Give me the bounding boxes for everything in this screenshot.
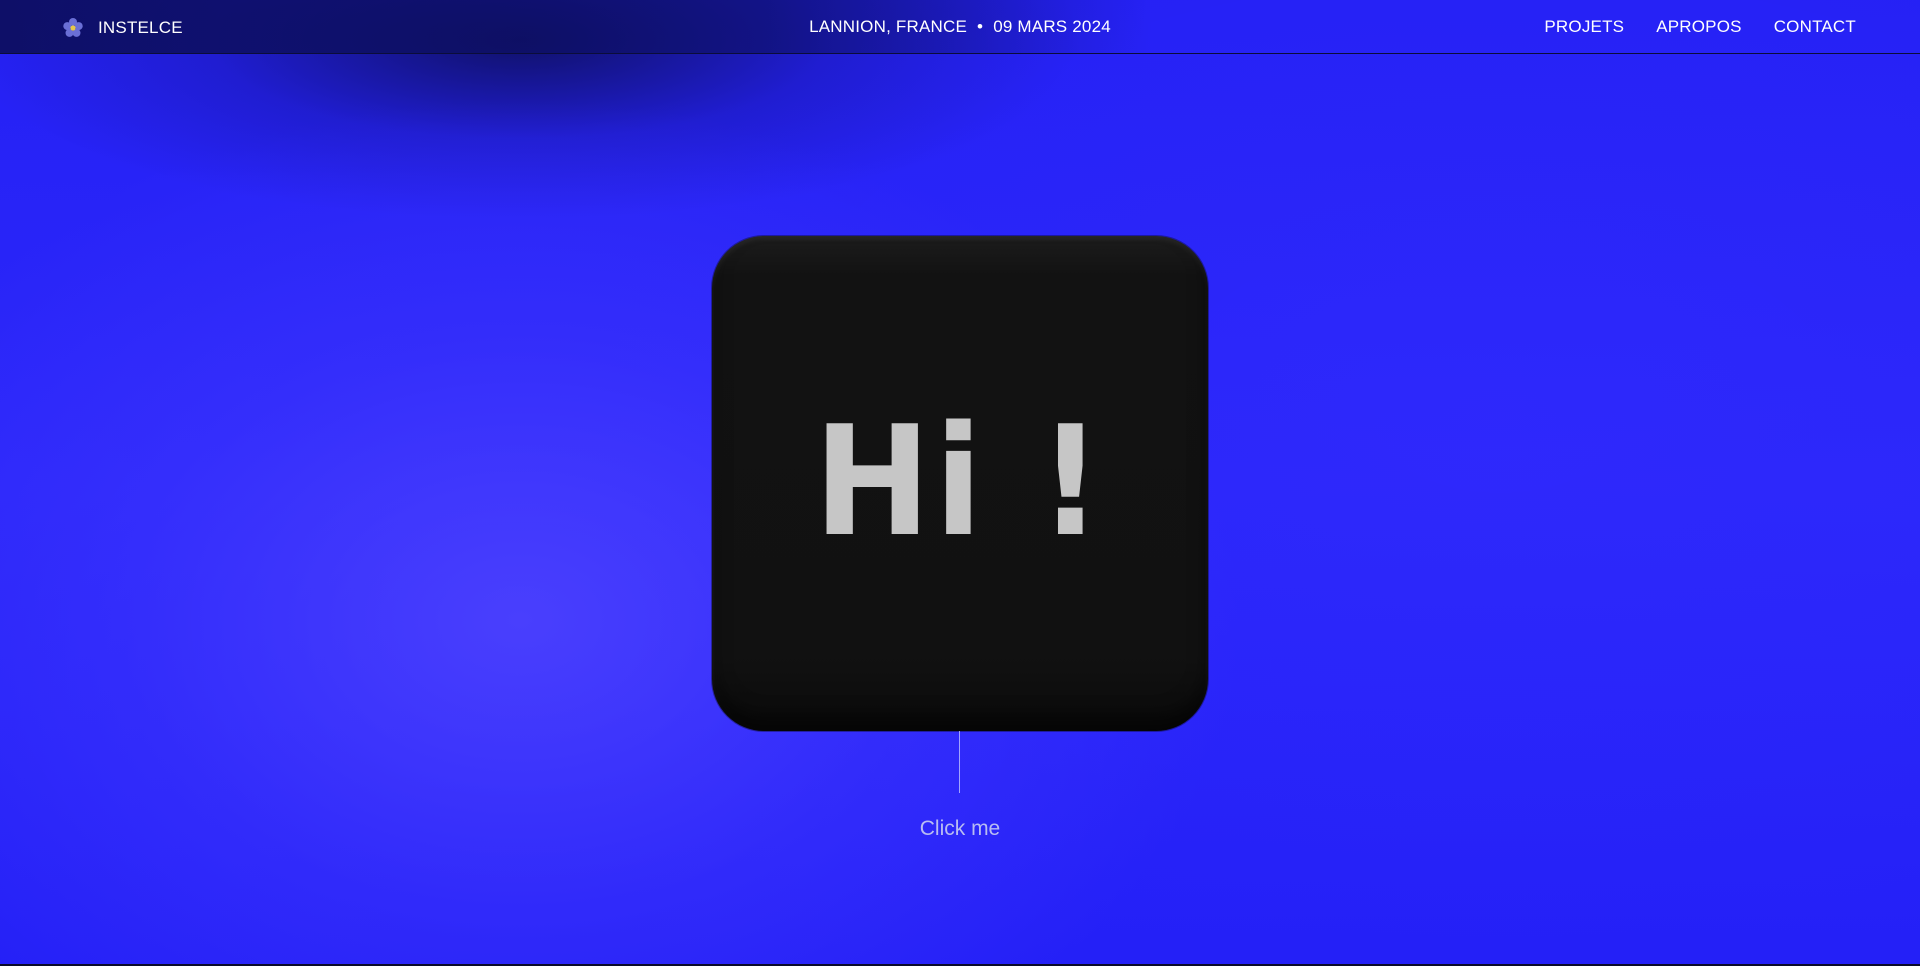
connector-line [959, 731, 960, 793]
nav-link-apropos[interactable]: APROPOS [1656, 17, 1741, 37]
click-me-label[interactable]: Click me [0, 817, 1920, 841]
location-text: LANNION, FRANCE [809, 17, 968, 36]
separator-dot: • [977, 17, 984, 36]
hi-card-button[interactable]: Hi ! [712, 236, 1208, 731]
main-nav: PROJETS APROPOS CONTACT [1544, 17, 1856, 37]
nav-link-contact[interactable]: CONTACT [1774, 17, 1856, 37]
date-text: 09 MARS 2024 [993, 17, 1111, 36]
top-bar: INSTELCE LANNION, FRANCE • 09 MARS 2024 … [0, 0, 1920, 54]
nav-link-projets[interactable]: PROJETS [1544, 17, 1624, 37]
card-greeting: Hi ! [813, 392, 1107, 570]
